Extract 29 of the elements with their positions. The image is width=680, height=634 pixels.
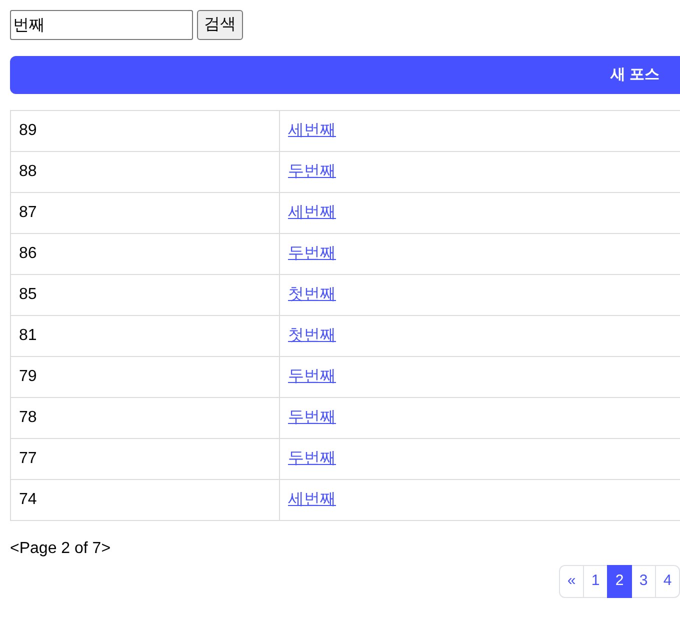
table-cell: 74	[10, 480, 280, 520]
page-link[interactable]: 4	[655, 565, 680, 598]
table-cell: 86	[10, 234, 280, 274]
table-cell: 81	[10, 316, 280, 356]
page-link[interactable]: 1	[583, 565, 608, 598]
search-field[interactable]: 번째	[10, 10, 193, 40]
post-title-link[interactable]: 세번째	[288, 491, 336, 508]
page-link[interactable]: 2	[607, 565, 632, 598]
post-title-link[interactable]: 첫번째	[288, 327, 336, 344]
table-cell: 89	[10, 110, 280, 152]
post-title-link[interactable]: 두번째	[288, 163, 336, 180]
table-cell: 79	[10, 356, 280, 398]
post-title-link[interactable]: 세번째	[288, 122, 336, 139]
table-cell: 88	[10, 152, 280, 192]
post-title-link[interactable]: 첫번째	[288, 286, 336, 303]
table-cell: 78	[10, 398, 280, 438]
new-post-button[interactable]: 새 포스	[10, 56, 680, 94]
post-title-link[interactable]: 두번째	[288, 245, 336, 262]
table-cell: 87	[10, 192, 280, 234]
page-link[interactable]: 3	[631, 565, 656, 598]
post-title-link[interactable]: 두번째	[288, 409, 336, 426]
table-cell: 77	[10, 438, 280, 480]
search-button[interactable]: 검색	[197, 10, 243, 40]
post-title-link[interactable]: 세번째	[288, 204, 336, 221]
page-info: <Page 2 of 7>	[10, 539, 112, 559]
post-title-link[interactable]: 두번째	[288, 450, 336, 467]
table-cell: 85	[10, 274, 280, 316]
post-title-link[interactable]: 두번째	[288, 368, 336, 385]
page-link[interactable]: «	[559, 565, 584, 598]
